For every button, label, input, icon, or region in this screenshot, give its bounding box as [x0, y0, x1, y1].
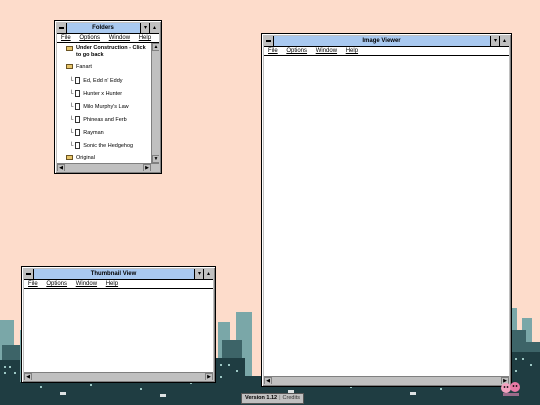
tree-item-original[interactable]: Original — [66, 155, 95, 161]
scroll-right-arrow-icon[interactable]: ▶ — [143, 164, 151, 171]
image-viewer-canvas: ◀ ▶ — [264, 56, 509, 384]
folders-titlebar[interactable]: Folders ▾ ▴ — [57, 23, 159, 34]
tree-item-hunter-x-hunter[interactable]: └ Hunter x Hunter — [69, 90, 122, 97]
menu-window[interactable]: Window — [109, 35, 130, 41]
tree-item-label: Hunter x Hunter — [83, 90, 123, 97]
document-icon — [75, 129, 81, 136]
tree-branch-icon: └ — [69, 142, 74, 149]
maximize-button[interactable]: ▴ — [203, 269, 213, 279]
menu-options[interactable]: Options — [286, 48, 307, 54]
menu-file[interactable]: File — [28, 281, 38, 287]
maximize-button[interactable]: ▴ — [149, 23, 159, 33]
tree-branch-icon: └ — [69, 77, 74, 84]
thumbnail-client: ◀ ▶ — [24, 289, 213, 380]
menu-file[interactable]: File — [61, 35, 71, 41]
menu-options[interactable]: Options — [79, 35, 100, 41]
system-menu-icon — [266, 40, 271, 42]
scroll-up-arrow-icon[interactable]: ▲ — [152, 43, 159, 51]
scroll-down-arrow-icon[interactable]: ▼ — [152, 155, 159, 163]
thumbnail-view-window[interactable]: Thumbnail View ▾ ▴ File Options Window H… — [21, 266, 216, 383]
open-folder-icon — [66, 46, 73, 51]
horizontal-scrollbar[interactable]: ◀ ▶ — [24, 372, 213, 380]
scroll-right-arrow-icon[interactable]: ▶ — [205, 373, 213, 380]
folders-window[interactable]: Folders ▾ ▴ File Options Window Help Und… — [54, 20, 162, 174]
tree-item-ed-edd-n-eddy[interactable]: └ Ed, Edd n' Eddy — [69, 77, 123, 84]
version-label: Version 1.12 — [245, 395, 278, 401]
menu-help[interactable]: Help — [106, 281, 118, 287]
document-icon — [75, 142, 81, 149]
menu-window[interactable]: Window — [76, 281, 97, 287]
horizontal-scrollbar[interactable]: ◀ ▶ — [264, 376, 509, 384]
tree-branch-icon: └ — [69, 116, 74, 123]
tree-item-milo-murphys-law[interactable]: └ Milo Murphy's Law — [69, 103, 129, 110]
menu-help[interactable]: Help — [139, 35, 151, 41]
tree-item-label: Ed, Edd n' Eddy — [83, 77, 123, 84]
tree-item-rayman[interactable]: └ Rayman — [69, 129, 104, 136]
system-menu-button[interactable] — [24, 269, 34, 279]
status-bar: Version 1.12 | Credits — [241, 393, 304, 404]
tree-item-label: Sonic the Hedgehog — [83, 142, 134, 149]
image-viewer-menubar: File Options Window Help — [264, 47, 509, 56]
tree-item-label: Original — [76, 155, 95, 161]
menu-help[interactable]: Help — [346, 48, 358, 54]
system-menu-button[interactable] — [264, 36, 274, 46]
maximize-button[interactable]: ▴ — [499, 36, 509, 46]
menu-file[interactable]: File — [268, 48, 278, 54]
document-icon — [75, 116, 81, 123]
tree-item-label: Milo Murphy's Law — [83, 103, 129, 110]
menu-options[interactable]: Options — [46, 281, 67, 287]
tree-item-label: Phineas and Ferb — [83, 116, 127, 123]
horizontal-scrollbar[interactable]: ◀ ▶ — [57, 163, 159, 171]
system-menu-button[interactable] — [57, 23, 67, 33]
folder-tree: Under Construction - Click to go back Fa… — [57, 43, 151, 163]
tree-branch-icon: └ — [69, 129, 74, 136]
document-icon — [75, 77, 81, 84]
image-viewer-window[interactable]: Image Viewer ▾ ▴ File Options Window Hel… — [261, 33, 512, 387]
tree-item-label: Under Construction - Click to go back — [76, 45, 146, 58]
document-icon — [75, 103, 81, 110]
tree-item-label: Fanart — [76, 64, 92, 70]
system-menu-icon — [59, 27, 64, 29]
tree-item-sonic-the-hedgehog[interactable]: └ Sonic the Hedgehog — [69, 142, 133, 149]
credits-link[interactable]: Credits — [283, 395, 300, 401]
folder-icon — [66, 155, 73, 161]
folders-title: Folders — [92, 25, 114, 31]
thumbnail-menubar: File Options Window Help — [24, 280, 213, 289]
image-viewer-title: Image Viewer — [362, 38, 401, 44]
folders-menubar: File Options Window Help — [57, 34, 159, 43]
scroll-left-arrow-icon[interactable]: ◀ — [264, 377, 272, 384]
document-icon — [75, 90, 81, 97]
folders-client: Under Construction - Click to go back Fa… — [57, 43, 159, 171]
tree-item-under-construction[interactable]: Under Construction - Click to go back — [66, 45, 150, 59]
tree-branch-icon: └ — [69, 90, 74, 97]
menu-window[interactable]: Window — [316, 48, 337, 54]
scroll-left-arrow-icon[interactable]: ◀ — [57, 164, 65, 171]
thumbnail-title: Thumbnail View — [90, 271, 137, 277]
status-separator: | — [279, 395, 281, 401]
image-viewer-titlebar[interactable]: Image Viewer ▾ ▴ — [264, 36, 509, 47]
pixel-pets-icon — [501, 382, 520, 396]
system-menu-icon — [26, 273, 31, 275]
tree-branch-icon: └ — [69, 103, 74, 110]
tree-item-fanart[interactable]: Fanart — [66, 64, 92, 70]
thumbnail-titlebar[interactable]: Thumbnail View ▾ ▴ — [24, 269, 213, 280]
scroll-left-arrow-icon[interactable]: ◀ — [24, 373, 32, 380]
vertical-scrollbar[interactable]: ▲ ▼ — [151, 43, 159, 163]
tree-item-phineas-and-ferb[interactable]: └ Phineas and Ferb — [69, 116, 127, 123]
tree-item-label: Rayman — [83, 129, 104, 136]
open-folder-icon — [66, 64, 73, 70]
